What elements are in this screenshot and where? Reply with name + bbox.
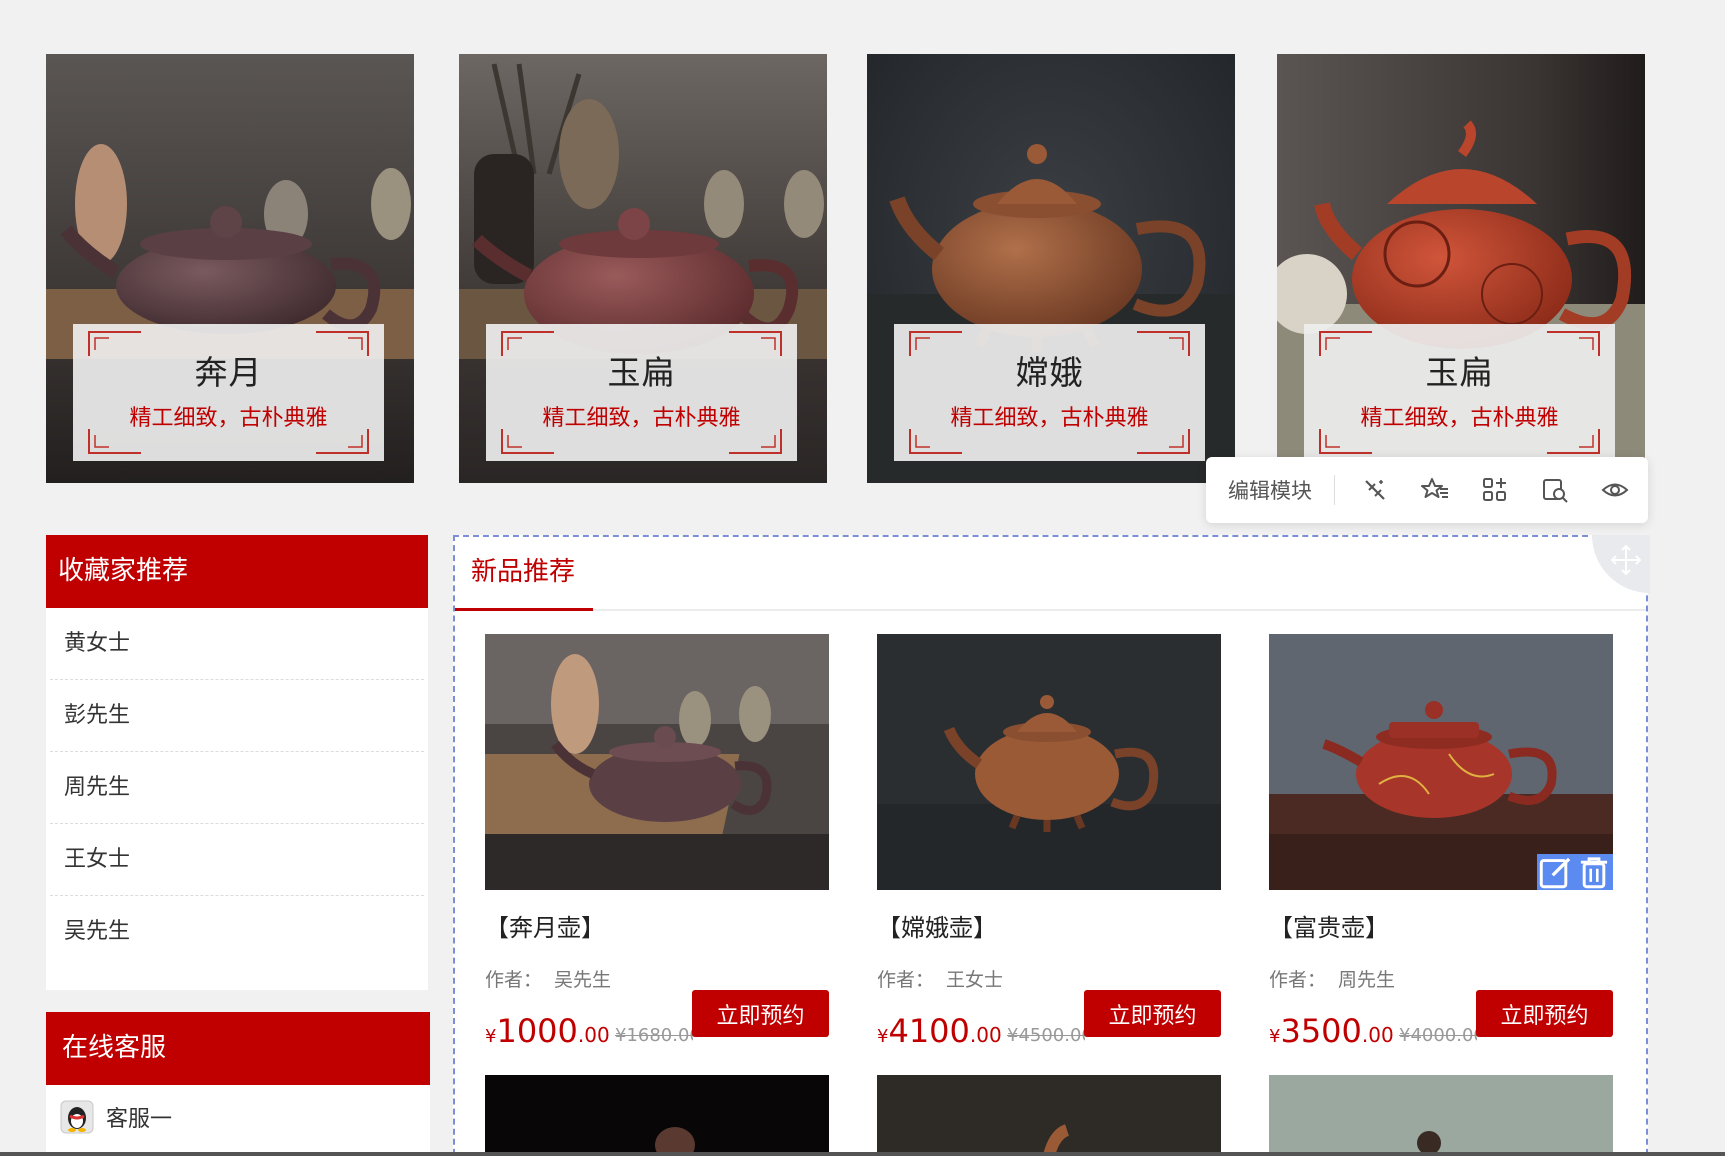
collector-item[interactable]: 彭先生 [50,680,424,752]
panel-title: 在线客服 [46,1012,430,1085]
product-name[interactable]: 【嫦娥壶】 [877,908,1221,943]
product-author: 作者： 王女士 [877,965,1221,992]
price-row: ¥4100.00 ¥4500.00 立即预约 [877,990,1221,1052]
price-decimal: .00 [577,1023,610,1047]
banner-subtitle: 精工细致，古朴典雅 [129,406,328,431]
grid-add-icon[interactable] [1465,470,1525,510]
product-card[interactable]: 【奔月壶】 作者： 吴先生 ¥1000.00 ¥1680.00 立即预约 [485,634,829,1052]
banner-caption: 玉扁 精工细致，古朴典雅 [486,324,797,461]
service-item[interactable]: 客服一 [46,1085,430,1149]
qq-penguin-icon [60,1100,94,1134]
edit-icon[interactable] [1537,854,1575,890]
product-price: ¥3500.00 [1269,1012,1394,1050]
banner-card-4[interactable]: 玉扁 精工细致，古朴典雅 [1277,54,1645,483]
toolbar-divider [1334,475,1335,505]
product-author: 作者： 周先生 [1269,965,1613,992]
banner-subtitle: 精工细致，古朴典雅 [950,406,1149,431]
author-name: 吴先生 [554,969,612,991]
collector-item[interactable]: 吴先生 [50,896,424,968]
tab-new-products[interactable]: 新品推荐 [455,537,593,611]
author-label: 作者： [485,969,543,991]
banner-subtitle: 精工细致，古朴典雅 [542,406,741,431]
banner-card-2[interactable]: 玉扁 精工细致，古朴典雅 [459,54,827,483]
product-author: 作者： 吴先生 [485,965,829,992]
collector-item[interactable]: 王女士 [50,824,424,896]
original-price: ¥4000.00 [1399,1025,1477,1046]
banner-caption: 玉扁 精工细致，古朴典雅 [1304,324,1615,461]
price-integer: 4100 [888,1012,970,1050]
product-image[interactable] [877,634,1221,890]
price-row: ¥1000.00 ¥1680.00 立即预约 [485,990,829,1052]
price-integer: 3500 [1280,1012,1362,1050]
product-name[interactable]: 【奔月壶】 [485,908,829,943]
product-price: ¥1000.00 [485,1012,610,1050]
product-name[interactable]: 【富贵壶】 [1269,908,1613,943]
banner-subtitle: 精工细致，古朴典雅 [1360,406,1559,431]
banner-card-3[interactable]: 嫦娥 精工细致，古朴典雅 [867,54,1235,483]
original-price: ¥1680.00 [615,1025,693,1046]
panel-title: 收藏家推荐 [46,535,428,608]
reserve-button[interactable]: 立即预约 [1476,990,1613,1037]
price-integer: 1000 [496,1012,578,1050]
eye-icon[interactable] [1585,470,1645,510]
currency-symbol: ¥ [485,1026,497,1047]
original-price: ¥4500.00 [1007,1025,1085,1046]
online-service-panel: 在线客服 客服一 [46,1012,430,1156]
product-image[interactable] [485,634,829,890]
price-decimal: .00 [1361,1023,1394,1047]
banner-title: 奔月 [194,353,263,392]
product-price: ¥4100.00 [877,1012,1002,1050]
banner-title: 玉扁 [1425,353,1494,392]
banner-title: 嫦娥 [1015,353,1084,392]
window-bottom-edge [0,1152,1725,1156]
module-edit-toolbar: 编辑模块 [1206,457,1648,523]
product-card[interactable]: 【富贵壶】 作者： 周先生 ¥3500.00 ¥4000.00 立即预约 [1269,634,1613,1052]
reserve-button[interactable]: 立即预约 [692,990,829,1037]
currency-symbol: ¥ [877,1026,889,1047]
collector-item[interactable]: 黄女士 [50,608,424,680]
reserve-button[interactable]: 立即预约 [1084,990,1221,1037]
product-image[interactable] [877,1075,1221,1156]
copy-search-icon[interactable] [1525,470,1585,510]
magic-wand-icon[interactable] [1345,470,1405,510]
author-name: 王女士 [946,969,1004,991]
collector-item[interactable]: 周先生 [50,752,424,824]
product-image[interactable] [1269,634,1613,890]
delete-icon[interactable] [1575,854,1613,890]
product-card[interactable]: 【嫦娥壶】 作者： 王女士 ¥4100.00 ¥4500.00 立即预约 [877,634,1221,1052]
product-image[interactable] [485,1075,829,1156]
service-name: 客服一 [106,1107,173,1132]
card-actions [1537,854,1613,890]
edit-module-button[interactable]: 编辑模块 [1206,475,1334,505]
tab-bar: 新品推荐 [455,537,1646,611]
banner-card-1[interactable]: 奔月 精工细致，古朴典雅 [46,54,414,483]
new-products-module[interactable]: 新品推荐 【奔月壶】 作者： 吴先生 ¥1000.00 ¥1680.00 立即预… [453,535,1650,1156]
author-label: 作者： [877,969,935,991]
author-name: 周先生 [1338,969,1396,991]
star-list-icon[interactable] [1405,470,1465,510]
currency-symbol: ¥ [1269,1026,1281,1047]
banner-caption: 奔月 精工细致，古朴典雅 [73,324,384,461]
price-row: ¥3500.00 ¥4000.00 立即预约 [1269,990,1613,1052]
banner-caption: 嫦娥 精工细致，古朴典雅 [894,324,1205,461]
banner-title: 玉扁 [607,353,676,392]
collector-recommend-panel: 收藏家推荐 黄女士 彭先生 周先生 王女士 吴先生 [46,535,428,990]
author-label: 作者： [1269,969,1327,991]
price-decimal: .00 [969,1023,1002,1047]
product-image[interactable] [1269,1075,1613,1156]
